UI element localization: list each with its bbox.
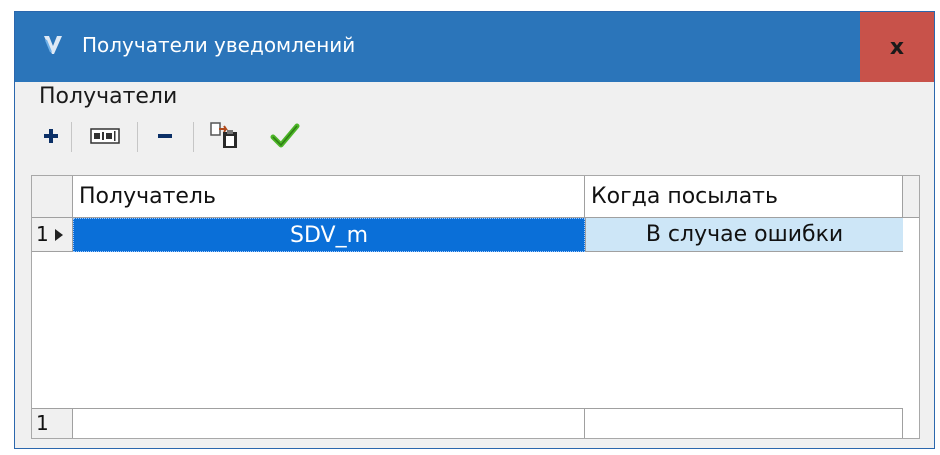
apply-button[interactable] [263, 116, 307, 156]
close-button[interactable]: x [860, 12, 934, 82]
row-pointer-icon [55, 229, 63, 241]
recipient-cell[interactable]: SDV_m [73, 218, 585, 252]
toolbar-separator [137, 122, 138, 152]
checkmark-icon [270, 123, 300, 148]
toolbar-separator [193, 122, 194, 152]
add-recipient-button[interactable] [37, 116, 65, 156]
footer-cell [73, 408, 585, 438]
paste-icon [210, 122, 237, 148]
column-header-recipient[interactable]: Получатель [73, 176, 585, 218]
dialog-window: Получатели уведомлений x Получатели Полу… [14, 11, 935, 449]
footer-cell [585, 408, 903, 438]
window-title: Получатели уведомлений [82, 33, 356, 57]
when-to-send-cell[interactable]: В случае ошибки [585, 218, 903, 252]
recipients-grid[interactable]: Получатель Когда посылать 1 SDV_m В случ… [31, 175, 920, 439]
toolbar-separator [71, 122, 72, 152]
plus-icon [44, 129, 58, 143]
app-icon [41, 32, 65, 56]
grid-corner [32, 176, 73, 218]
row-index: 1 [36, 222, 49, 246]
section-label-recipients: Получатели [39, 84, 178, 109]
column-header-when[interactable]: Когда посылать [585, 176, 903, 218]
paste-button[interactable] [203, 116, 247, 156]
edit-recipient-button[interactable] [85, 116, 125, 156]
header-filler [903, 176, 919, 218]
footer-count: 1 [36, 411, 49, 435]
footer-row-header: 1 [32, 408, 73, 438]
minus-icon [158, 134, 172, 138]
row-header[interactable]: 1 [32, 218, 73, 252]
remove-recipient-button[interactable] [149, 116, 181, 156]
title-bar[interactable]: Получатели уведомлений x [15, 12, 934, 82]
text-field-icon [90, 128, 120, 144]
